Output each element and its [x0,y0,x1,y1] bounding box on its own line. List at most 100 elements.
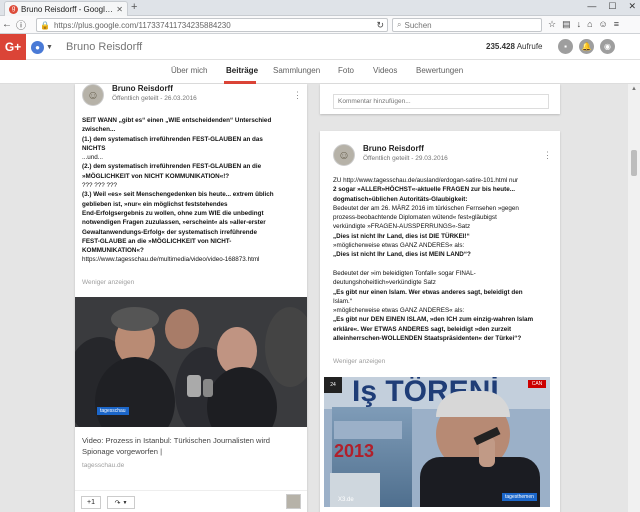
tab-photos[interactable]: Foto [338,66,354,75]
post-text-line: „Dies ist nicht Ihr Land, dies ist DIE T… [333,232,470,240]
post-body: SEIT WANN „gibt es“ einen „WIE entscheid… [82,116,304,265]
tab-reviews[interactable]: Bewertungen [416,66,463,75]
post-image-erdogan[interactable]: Iş TÖRENİ 2013 2013 24 CAN tagesthemen X… [324,377,550,507]
chevron-down-icon: ▼ [122,499,128,506]
post-text-line: erkläre«. Wer ETWAS ANDERES sagt, beleid… [333,325,512,333]
search-bar[interactable]: ⌕ [392,18,542,32]
post-body: ZU http://www.tagesschau.de/ausland/erdo… [333,176,555,343]
profile-tabs: Über mich Beiträge Sammlungen Foto Video… [0,60,640,84]
google-plus-favicon-icon: g [9,4,18,14]
post-text-line: „Es gibt nur DEN EINEN ISLAM, »den ICH z… [333,316,534,324]
post-text-line: (2.) dem systematisch irreführenden FEST… [82,163,262,171]
post-text-line: ZU http://www.tagesschau.de/ausland/erdo… [333,177,519,184]
plus-one-button[interactable]: +1 [81,496,101,509]
browser-navbar: ← ⓘ 🔒 https://plus.google.com/1173374117… [0,16,640,34]
post-text-line: prozess-beobachtende Diplomaten wütend« … [333,214,497,222]
tab-posts[interactable]: Beiträge [226,66,258,75]
image-watermark: X3.de [338,497,354,503]
post-text-line: Bedeutet der am 26. MÄRZ 2016 im türkisc… [333,204,519,212]
post-text-line: geblieben ist, »nur« ein möglichst fests… [82,200,228,208]
home-icon[interactable]: ⌂ [587,19,592,30]
apps-icon[interactable]: ▪ [558,39,573,54]
gplus-logo[interactable]: G+ [0,34,26,60]
star-icon[interactable]: ☆ [548,19,556,30]
post-author-name[interactable]: Bruno Reisdorff [363,144,448,153]
info-icon[interactable]: ⓘ [14,17,28,32]
post-author-meta: Bruno Reisdorff Öffentlich geteilt - 26.… [112,84,197,106]
post-text-line: deutungshoheitlich»verkündigte Satz [333,279,436,287]
download-icon[interactable]: ↓ [577,19,582,30]
account-switcher[interactable]: ● ▼ [31,40,53,54]
search-input[interactable] [404,20,525,30]
post-text-line: FEST-GLAUBE an die »MÖGLICHKEIT von NICH… [82,237,232,245]
page-scrollbar[interactable]: ▲ [628,84,640,512]
post-menu-icon[interactable]: ⋮ [543,150,552,161]
post-text-line: (3.) Weil «es» seit Menschengedenken bis… [82,191,274,199]
views-counter: 235.428 Aufrufe [486,42,543,51]
tab-close-icon[interactable]: ✕ [116,5,123,14]
search-icon: ⌕ [397,20,402,29]
tab-about[interactable]: Über mich [171,66,207,75]
window-close-icon[interactable]: ✕ [628,1,636,12]
post-text-line: ...und... [82,154,104,162]
browser-titlebar: g Bruno Reisdorff - Google+ ✕ + — ☐ ✕ [0,0,640,16]
scroll-up-icon[interactable]: ▲ [628,84,640,94]
reload-icon[interactable]: ↻ [376,20,384,31]
post-author-row: ☺ Bruno Reisdorff Öffentlich geteilt - 2… [82,84,197,106]
post-author-name[interactable]: Bruno Reisdorff [112,84,197,93]
post-author-row: ☺ Bruno Reisdorff Öffentlich geteilt - 2… [333,144,448,166]
post-text-line: dogmatisch»üblichen Autoritäts-Glaubigke… [333,195,468,203]
notifications-icon[interactable]: 🔔 [579,39,594,54]
url-text: https://plus.google.com/1173374117342358… [53,20,231,30]
back-icon[interactable]: ← [0,19,14,30]
post-text-line: alleinherrschen-WOLLENDEN Staatspräsiden… [333,335,522,343]
views-label: Aufrufe [516,42,543,51]
tagesschau-badge: tagesschau [97,407,129,415]
scrollbar-thumb[interactable] [631,150,637,176]
comment-input[interactable] [333,94,549,109]
new-tab-icon[interactable]: + [131,1,137,13]
post-text-line: Gewaltanwendungs-Erfolg« der systematisc… [82,228,257,236]
tab-videos[interactable]: Videos [373,66,397,75]
post-text-line: „Dies ist nicht Ihr Land, dies ist MEIN … [333,251,471,259]
post-text-line: SEIT WANN „gibt es“ einen „WIE entscheid… [82,117,272,124]
gplus-header: G+ ● ▼ Bruno Reisdorff 235.428 Aufrufe ▪… [0,34,640,60]
share-button[interactable]: ↷ ▼ [107,496,135,509]
minimize-icon[interactable]: — [587,1,596,12]
post-image-journalists[interactable]: tagesschau [75,297,307,427]
show-less-link[interactable]: Weniger anzeigen [333,358,385,365]
tab-title: Bruno Reisdorff - Google+ [21,4,114,14]
browser-tab[interactable]: g Bruno Reisdorff - Google+ ✕ [4,1,128,16]
smiley-icon[interactable]: ☺ [599,19,608,30]
post-text-line: „Es gibt nur einen Islam. Wer etwas ande… [333,288,523,296]
post-menu-icon[interactable]: ⋮ [293,90,302,101]
window-controls: — ☐ ✕ [587,1,636,12]
post-author-meta: Bruno Reisdorff Öffentlich geteilt - 29.… [363,144,448,166]
browser-toolbar-icons: ☆ ▤ ↓ ⌂ ☺ ≡ [548,19,619,30]
tab-collections[interactable]: Sammlungen [273,66,320,75]
show-less-link[interactable]: Weniger anzeigen [82,279,134,286]
post-text-line: Bedeutet der »im beleidigten Tonfall« so… [333,269,476,277]
tagesthemen-badge: tagesthemen [502,493,537,501]
post-text-line: »MÖGLICHKEIT von NICHT KOMMUNIKATION«!? [82,172,230,180]
address-bar[interactable]: 🔒 https://plus.google.com/11733741173423… [36,18,388,32]
post-text-line: notwendigen Fragen zuzulassen, »erschein… [82,219,266,227]
avatar[interactable]: ☺ [82,84,104,106]
lock-icon: 🔒 [40,20,50,30]
post-text-line: zwischen... [82,126,116,134]
communities-icon[interactable]: ◉ [600,39,615,54]
commenter-avatar[interactable] [286,494,301,509]
avatar[interactable]: ☺ [333,144,355,166]
maximize-icon[interactable]: ☐ [608,1,616,12]
post-text-line: NICHTS [82,144,106,152]
post-actions: +1 ↷ ▼ [75,490,307,512]
chevron-down-icon: ▼ [46,43,53,51]
post-date: Öffentlich geteilt - 29.03.2016 [363,155,448,162]
hamburger-menu-icon[interactable]: ≡ [614,19,619,30]
bookmarks-icon[interactable]: ▤ [562,19,571,30]
link-preview-title[interactable]: Video: Prozess in Istanbul: Türkischen J… [82,435,302,457]
post-text-line: »möglicherweise etwas GANZ ANDERES« als: [333,307,465,315]
post-date: Öffentlich geteilt - 26.03.2016 [112,95,197,102]
post-text-line: »möglicherweise etwas GANZ ANDERES« als: [333,242,465,250]
post-text-line: https://www.tagesschau.de/multimedia/vid… [82,256,260,264]
